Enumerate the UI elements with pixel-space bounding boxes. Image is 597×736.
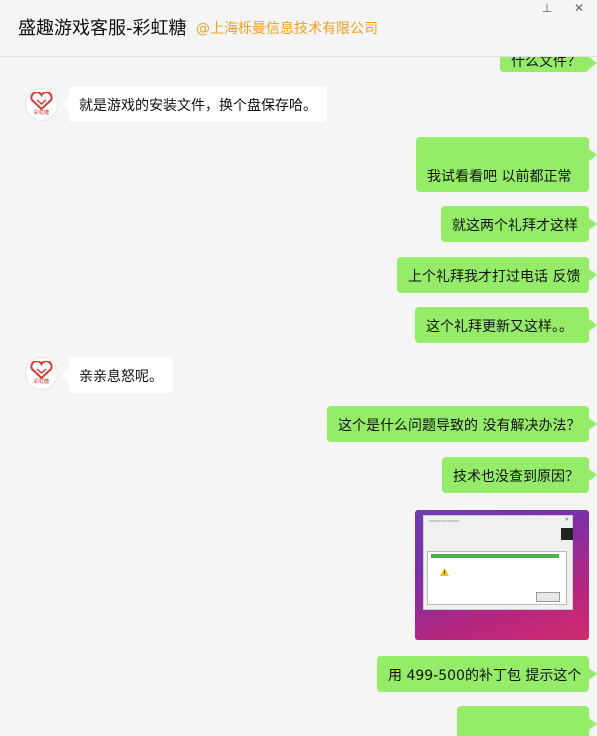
message-text: 这个礼拜更新又这样。。 — [426, 319, 573, 335]
message-text: 技术也没查到原因？ — [453, 469, 579, 485]
message-bubble-outgoing[interactable]: 就这两个礼拜才这样 — [441, 206, 597, 242]
message-bubble-incoming[interactable]: 亲亲息怒呢。 — [61, 357, 173, 393]
warning-icon — [440, 568, 449, 576]
message-text: 用 499-500的补丁包 提示这个 — [388, 668, 582, 684]
pin-icon[interactable]: ⊥ — [536, 0, 558, 18]
dialog-title-placeholder: ▭▭▭▭▭▭▭▭ — [429, 518, 460, 523]
message-text: 这个是什么问题导致的 没有解决办法？ — [338, 418, 581, 434]
chat-title: 盛趣游戏客服-彩虹糖 — [18, 18, 187, 39]
message-list[interactable]: 什么文件？ 彩虹糖 就是游戏的安装文件，换个盘保存哈。 我试看看吧 以前都正常 … — [0, 57, 597, 736]
heart-logo-icon — [30, 92, 53, 110]
avatar[interactable]: 彩虹糖 — [25, 88, 58, 121]
message-text: 什么文件？ — [511, 57, 581, 70]
inner-dialog-image — [427, 551, 567, 605]
avatar[interactable]: 彩虹糖 — [25, 357, 58, 390]
message-bubble-outgoing[interactable]: 什么文件？ — [500, 57, 597, 72]
message-bubble-incoming[interactable]: 就是游戏的安装文件，换个盘保存哈。 — [61, 86, 327, 122]
image-message-error-dialog[interactable]: ▭▭▭▭▭▭▭▭ ✕ — [415, 510, 589, 640]
message-text: 我试看看吧 以前都正常 — [427, 169, 572, 185]
message-bubble-outgoing[interactable]: 这个礼拜更新又这样。。 — [415, 307, 597, 343]
avatar-label: 彩虹糖 — [33, 110, 49, 116]
progress-bar — [431, 554, 559, 558]
message-bubble-outgoing[interactable] — [457, 706, 597, 736]
message-text: 上个礼拜我才打过电话 反馈 — [408, 269, 581, 285]
message-text: 就是游戏的安装文件，换个盘保存哈。 — [79, 98, 317, 114]
message-bubble-outgoing[interactable]: 技术也没查到原因？ — [442, 457, 597, 493]
message-text: 亲亲息怒呢。 — [79, 369, 163, 385]
message-bubble-outgoing[interactable]: 这个是什么问题导致的 没有解决办法？ — [327, 406, 597, 442]
message-text: 就这两个礼拜才这样 — [452, 218, 578, 234]
message-bubble-outgoing[interactable]: 用 499-500的补丁包 提示这个 — [377, 656, 597, 692]
dialog-window-image: ▭▭▭▭▭▭▭▭ ✕ — [423, 515, 573, 610]
dialog-close-icon: ✕ — [564, 517, 569, 523]
message-bubble-outgoing[interactable]: 我试看看吧 以前都正常 — [416, 137, 597, 192]
app-icon — [561, 528, 573, 540]
message-bubble-outgoing[interactable]: 上个礼拜我才打过电话 反馈 — [397, 257, 597, 293]
dialog-ok-button-image — [536, 592, 560, 602]
company-label: @上海栎曼信息技术有限公司 — [196, 21, 378, 37]
avatar-label: 彩虹糖 — [33, 379, 49, 385]
heart-logo-icon — [30, 361, 53, 379]
close-icon[interactable]: ✕ — [568, 0, 590, 18]
chat-header: 盛趣游戏客服-彩虹糖 @上海栎曼信息技术有限公司 ⊥ ✕ — [0, 0, 597, 57]
